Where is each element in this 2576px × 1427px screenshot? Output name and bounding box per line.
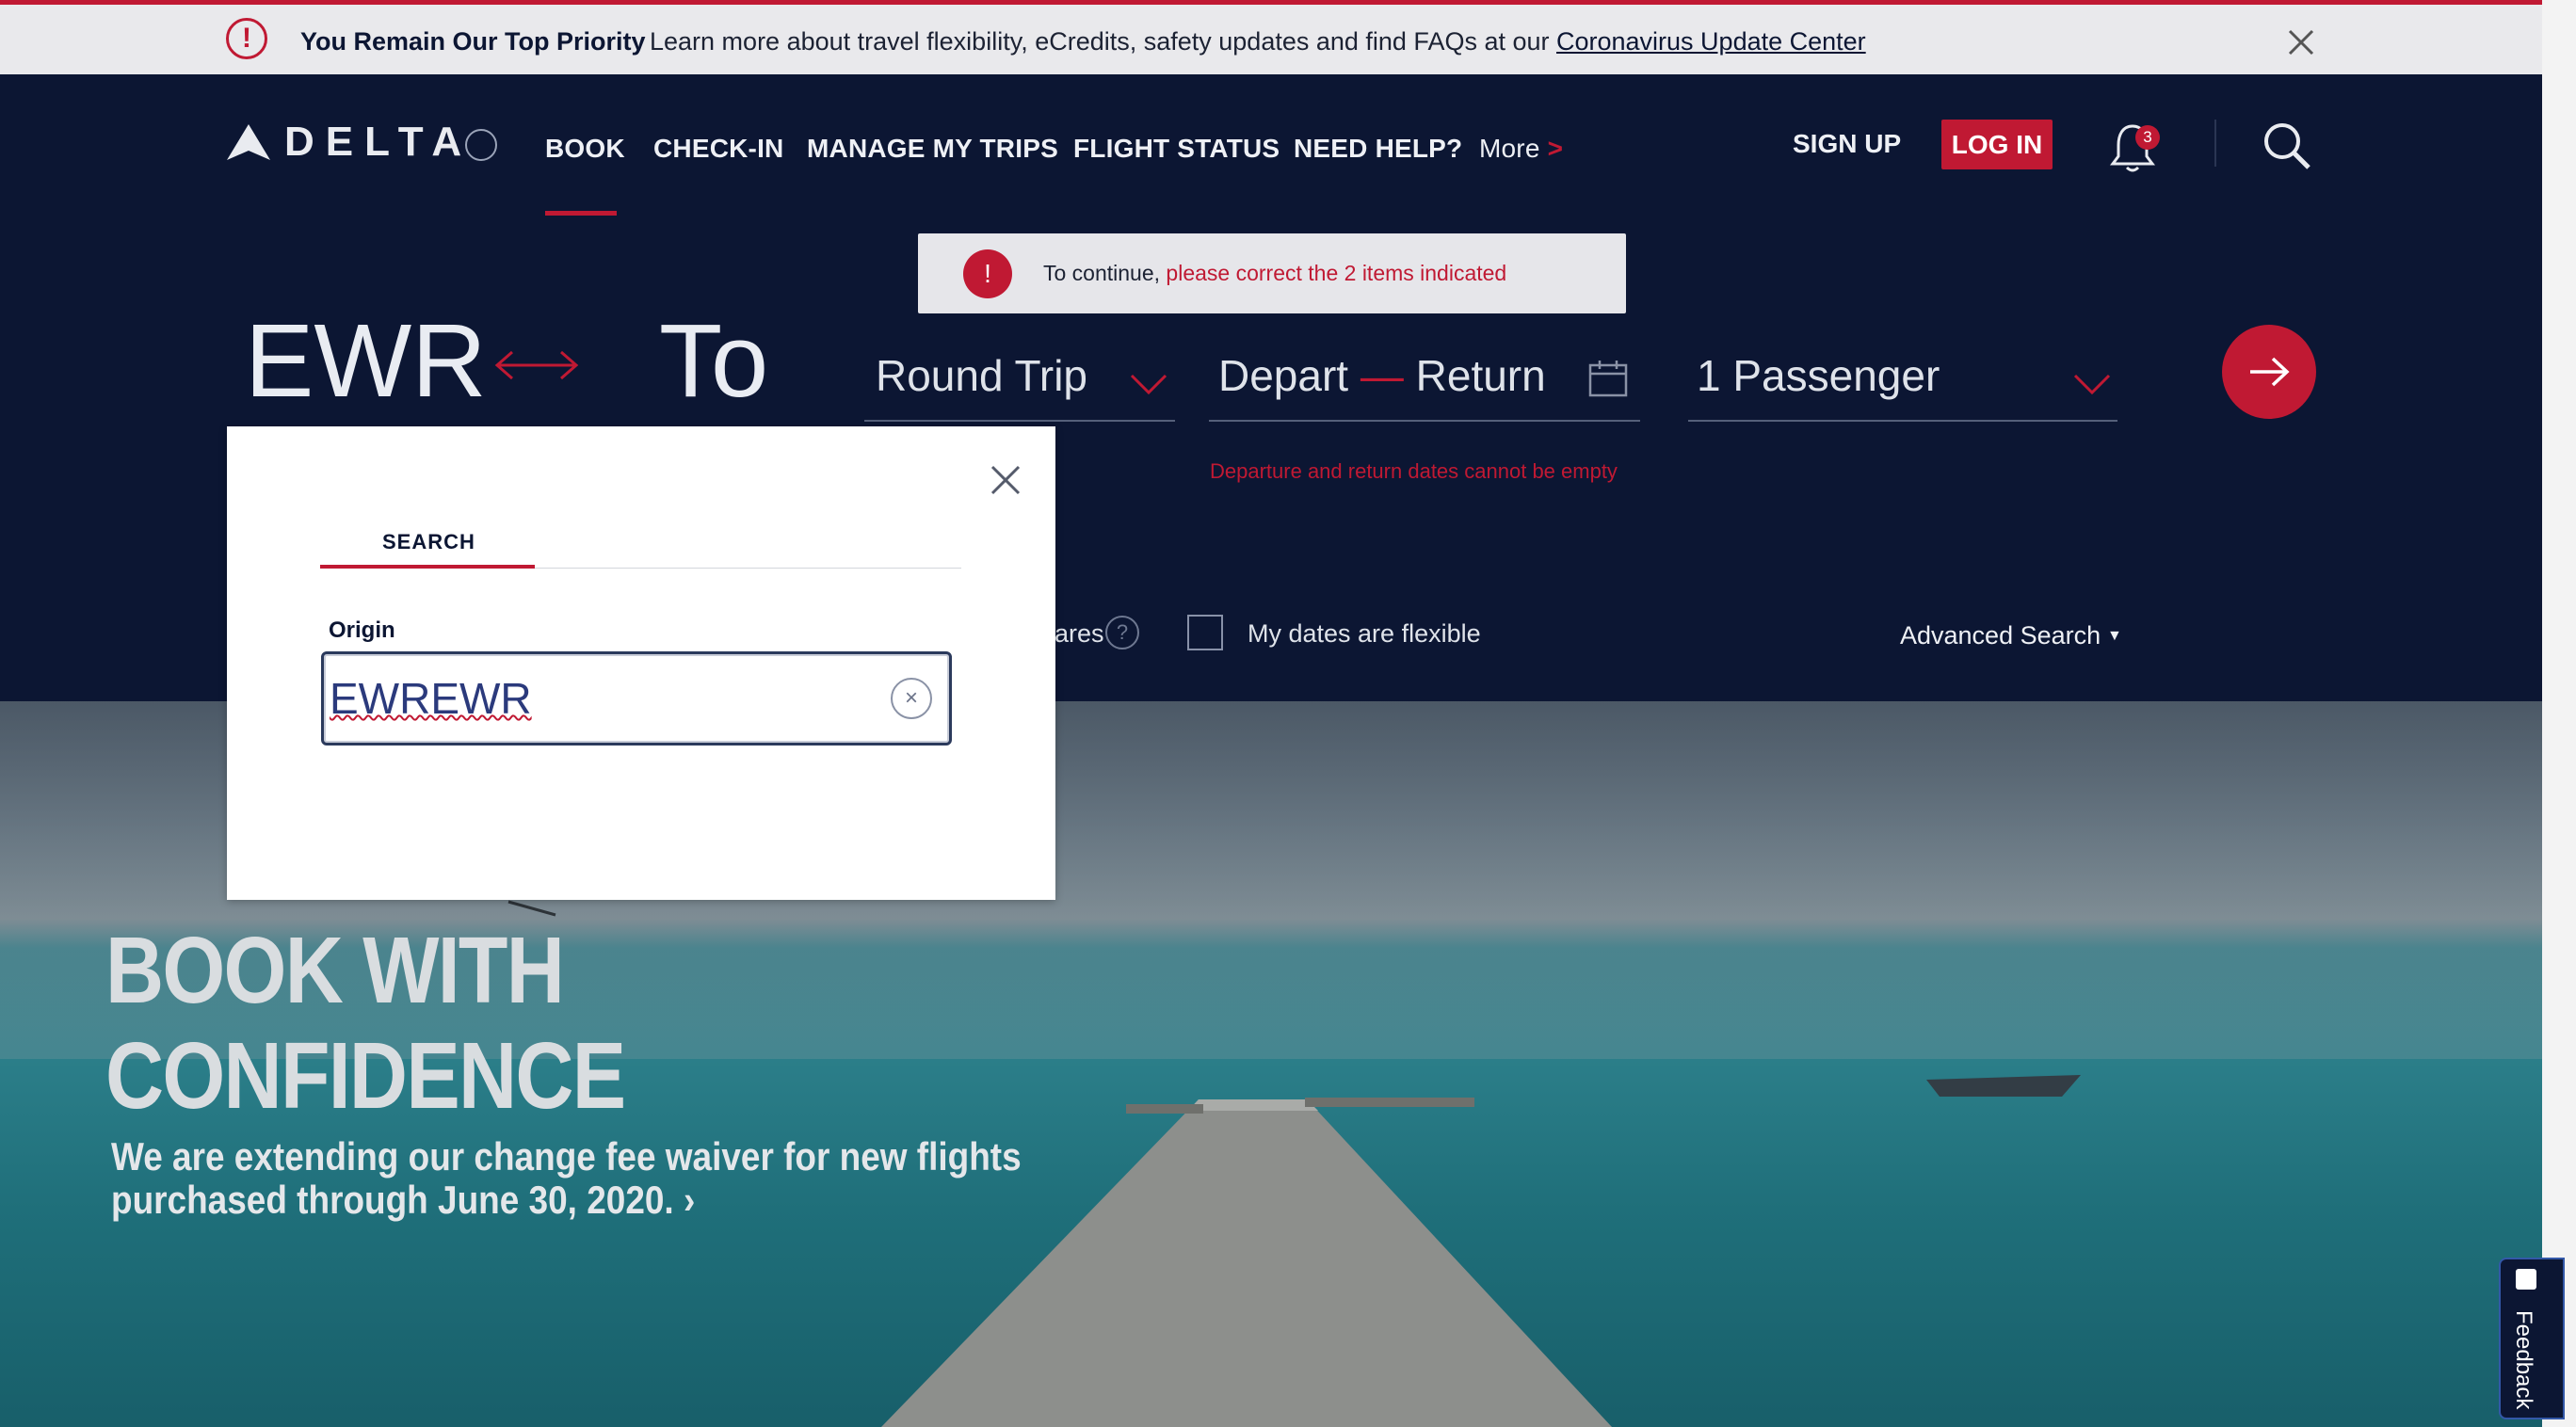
hero-title: BOOK WITH CONFIDENCE <box>105 918 626 1129</box>
trip-type-value: Round Trip <box>876 351 1088 400</box>
submit-search-button[interactable] <box>2222 325 2316 419</box>
arrow-right-icon <box>2250 357 2290 387</box>
swap-arrows-icon[interactable] <box>493 348 580 382</box>
error-correct-link[interactable]: please correct the 2 items indicated <box>1166 261 1506 285</box>
notification-count-badge: 3 <box>2135 125 2160 150</box>
tab-search[interactable]: SEARCH <box>382 530 475 554</box>
skyteam-globe-icon <box>465 129 497 161</box>
passenger-count: 1 Passenger <box>1697 351 1940 400</box>
page-scrollbar[interactable] <box>2542 0 2576 1427</box>
close-modal-icon[interactable] <box>987 461 1024 499</box>
error-message: To continue, please correct the 2 items … <box>1043 261 1506 286</box>
fares-label-fragment: ares <box>1055 619 1104 648</box>
error-icon: ! <box>963 249 1012 298</box>
exclamation-icon: ! <box>226 18 267 59</box>
sign-up-link[interactable]: SIGN UP <box>1793 129 1901 159</box>
search-icon[interactable] <box>2262 120 2312 171</box>
alert-message: Learn more about travel flexibility, eCr… <box>650 27 1866 56</box>
hero-subtitle-line2: purchased through June 30, 2020. › <box>111 1178 696 1222</box>
depart-label: Depart <box>1218 351 1349 400</box>
hero-subtitle-link[interactable]: We are extending our change fee waiver f… <box>111 1135 1022 1222</box>
tab-divider <box>535 568 961 569</box>
clear-input-icon[interactable]: × <box>891 678 932 719</box>
flexible-dates-label[interactable]: My dates are flexible <box>1248 619 1481 649</box>
chevron-down-icon <box>1130 374 1167 395</box>
nav-more[interactable]: More > <box>1479 134 1563 164</box>
chevron-right-icon: > <box>1547 134 1564 163</box>
nav-manage-trips[interactable]: MANAGE MY TRIPS <box>807 134 1058 164</box>
origin-search-input[interactable] <box>321 651 952 746</box>
nav-check-in[interactable]: CHECK-IN <box>653 134 783 164</box>
advanced-search-link[interactable]: Advanced Search <box>1900 621 2101 650</box>
nav-more-label: More <box>1479 134 1540 163</box>
nav-flight-status[interactable]: FLIGHT STATUS <box>1073 134 1280 164</box>
date-dash: — <box>1360 351 1404 400</box>
date-range: Depart — Return <box>1218 350 1546 401</box>
origin-field-label: Origin <box>329 617 395 643</box>
alert-message-text: Learn more about travel flexibility, eCr… <box>650 27 1556 56</box>
log-in-button[interactable]: LOG IN <box>1941 120 2053 169</box>
origin-airport[interactable]: EWR <box>245 301 487 421</box>
alert-title: You Remain Our Top Priority <box>300 27 646 56</box>
nav-active-indicator <box>545 211 617 216</box>
hero-subtitle-line1: We are extending our change fee waiver f… <box>111 1134 1022 1178</box>
coronavirus-update-link[interactable]: Coronavirus Update Center <box>1556 27 1866 56</box>
nav-book[interactable]: BOOK <box>545 134 625 164</box>
hero-title-line1: BOOK WITH <box>105 918 565 1023</box>
delta-logo[interactable]: DELTA <box>284 119 473 166</box>
hero-title-line2: CONFIDENCE <box>105 1023 626 1129</box>
feedback-label: Feedback <box>2511 1310 2536 1410</box>
error-prefix: To continue, <box>1043 261 1167 285</box>
dates-error-message: Departure and return dates cannot be emp… <box>1210 459 1618 483</box>
close-alert-icon[interactable] <box>2282 24 2320 61</box>
destination-airport[interactable]: To <box>659 301 768 421</box>
caret-down-icon: ▼ <box>2107 628 2122 644</box>
delta-logo-icon[interactable] <box>227 124 270 162</box>
nav-divider <box>2214 120 2216 167</box>
calendar-icon[interactable] <box>1588 360 1628 397</box>
active-tab-indicator <box>320 565 535 569</box>
flexible-dates-checkbox[interactable] <box>1187 615 1223 650</box>
return-label: Return <box>1415 351 1546 400</box>
chevron-down-icon <box>2073 374 2111 395</box>
nav-need-help[interactable]: NEED HELP? <box>1294 134 1462 164</box>
feedback-icon <box>2516 1269 2536 1290</box>
help-icon[interactable]: ? <box>1105 616 1139 649</box>
